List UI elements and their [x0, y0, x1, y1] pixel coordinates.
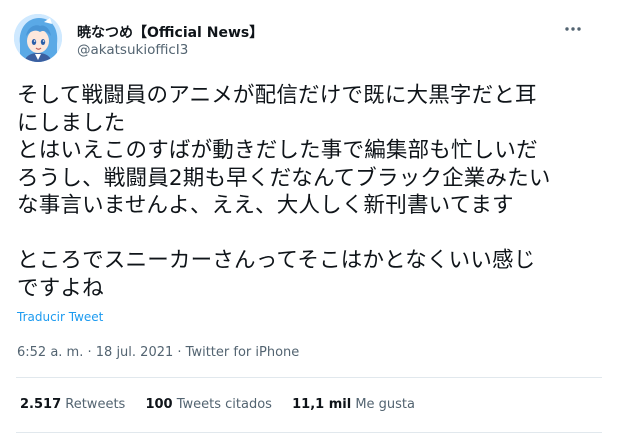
likes-label: Me gusta [355, 397, 415, 412]
likes-count: 11,1 mil [292, 397, 352, 412]
retweets-stat[interactable]: 2.517 Retweets [20, 397, 125, 412]
meta-separator: · [83, 345, 96, 360]
quote-tweets-label: Tweets citados [176, 397, 272, 412]
divider [16, 377, 602, 378]
tweet: 暁なつめ【Official News】 @akatsukiofficI3 そして… [0, 0, 617, 434]
quote-tweets-count: 100 [145, 397, 173, 412]
divider [16, 432, 602, 433]
tweet-meta: 6:52 a. m. · 18 jul. 2021 · Twitter for … [17, 345, 299, 360]
tweet-source: Twitter for iPhone [185, 345, 300, 360]
tweet-time[interactable]: 6:52 a. m. [17, 345, 83, 360]
avatar[interactable] [14, 14, 62, 62]
tweet-text: そして戦闘員のアニメが配信だけで既に大黒字だと耳 にしました とはいえこのすばが… [17, 83, 551, 301]
tweet-date[interactable]: 18 jul. 2021 [96, 345, 174, 360]
author-display-name[interactable]: 暁なつめ【Official News】 [77, 22, 263, 42]
likes-stat[interactable]: 11,1 mil Me gusta [292, 397, 415, 412]
tweet-stats: 2.517 Retweets 100 Tweets citados 11,1 m… [20, 397, 415, 412]
author-handle[interactable]: @akatsukiofficI3 [77, 42, 188, 58]
avatar-image [14, 14, 62, 62]
more-options-icon[interactable] [562, 18, 584, 40]
quote-tweets-stat[interactable]: 100 Tweets citados [145, 397, 272, 412]
meta-separator: · [173, 345, 186, 360]
translate-tweet-link[interactable]: Traducir Tweet [17, 310, 103, 324]
retweets-count: 2.517 [20, 397, 62, 412]
retweets-label: Retweets [65, 397, 126, 412]
